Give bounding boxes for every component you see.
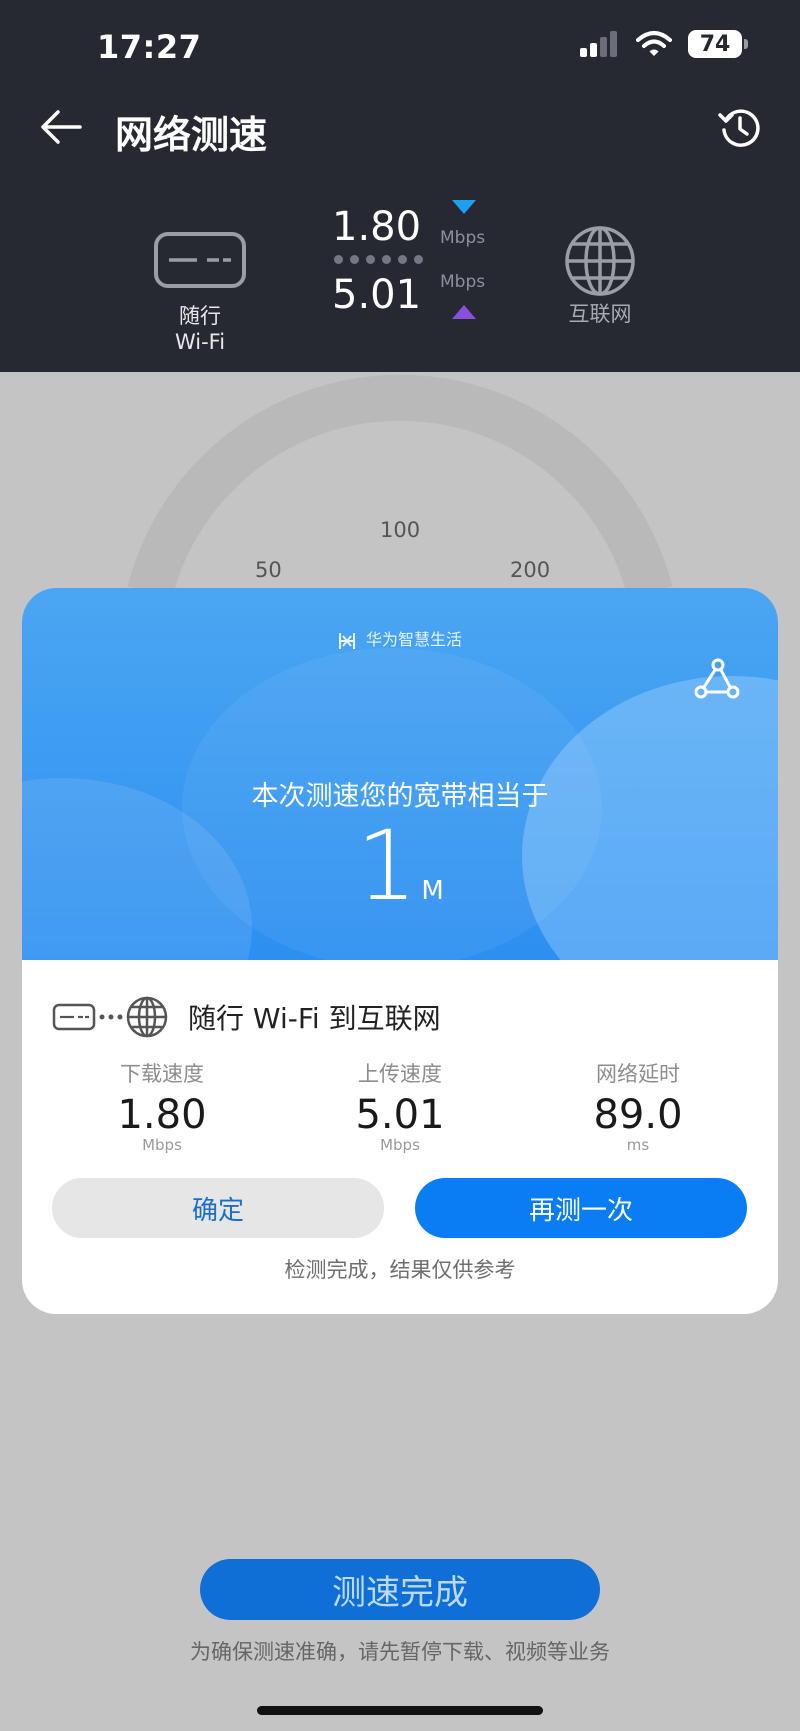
upload-unit: Mbps <box>440 272 486 292</box>
retest-button[interactable]: 再测一次 <box>415 1178 747 1238</box>
stat-unit: Mbps <box>380 1136 420 1154</box>
header: 17:27 74 网络测速 随行 Wi-Fi 1.80 5.01 Mbps Mb… <box>0 0 800 372</box>
router-icon <box>52 1003 96 1031</box>
stat-label: 上传速度 <box>358 1062 442 1086</box>
stat-value: 89.0 <box>593 1092 683 1138</box>
stat-unit: Mbps <box>142 1136 182 1154</box>
router-device: 随行 Wi-Fi <box>140 225 260 355</box>
stats-row: 下载速度 1.80 Mbps 上传速度 5.01 Mbps 网络延时 89.0 … <box>22 1058 778 1168</box>
live-upload-value: 5.01 <box>332 272 422 318</box>
page-title: 网络测速 <box>115 113 268 157</box>
live-speed: 1.80 5.01 Mbps Mbps <box>330 200 500 330</box>
internet-node: 互联网 <box>540 225 660 327</box>
globe-icon <box>126 996 168 1038</box>
gauge-tick-50: 50 <box>255 558 282 582</box>
router-label: 随行 <box>179 304 221 328</box>
battery-level: 74 <box>699 31 731 57</box>
connection-dots-icon <box>99 1014 123 1020</box>
history-icon[interactable] <box>716 104 764 152</box>
stat-label: 下载速度 <box>120 1062 204 1086</box>
stat-unit: ms <box>626 1136 650 1154</box>
home-indicator[interactable] <box>257 1706 543 1715</box>
internet-label: 互联网 <box>568 302 632 326</box>
router-label-sub: Wi-Fi <box>174 330 226 354</box>
smart-life-logo-icon <box>338 632 355 649</box>
progress-dots <box>334 255 423 264</box>
live-download-value: 1.80 <box>332 204 422 250</box>
brand-label: 华为智慧生活 <box>22 626 778 651</box>
status-time: 17:27 <box>97 28 202 66</box>
latency-stat: 网络延时 89.0 ms <box>528 1058 748 1154</box>
globe-icon <box>565 226 635 296</box>
completion-note: 检测完成，结果仅供参考 <box>284 1258 516 1282</box>
speed-test-complete-button[interactable]: 测速完成 <box>200 1559 600 1620</box>
stat-label: 网络延时 <box>596 1062 680 1086</box>
equivalent-unit: M <box>421 876 444 906</box>
gauge-tick-200: 200 <box>510 558 551 582</box>
router-icon <box>154 232 246 288</box>
equivalent-text: 本次测速您的宽带相当于 <box>251 781 549 812</box>
battery-icon: 74 <box>688 30 748 58</box>
route-row: 随行 Wi-Fi 到互联网 <box>52 996 441 1038</box>
result-banner: 华为智慧生活 本次测速您的宽带相当于 1M <box>22 588 778 960</box>
download-arrow-icon <box>452 200 476 214</box>
download-unit: Mbps <box>440 228 486 248</box>
upload-arrow-icon <box>452 305 476 319</box>
download-stat: 下载速度 1.80 Mbps <box>52 1058 272 1154</box>
bottom-note: 为确保测速准确，请先暂停下载、视频等业务 <box>190 1640 610 1664</box>
stat-value: 1.80 <box>117 1092 207 1138</box>
gauge-tick-100: 100 <box>380 518 421 542</box>
brand-text: 华为智慧生活 <box>365 630 462 649</box>
stat-value: 5.01 <box>355 1092 445 1138</box>
back-arrow-icon[interactable] <box>38 104 84 150</box>
upload-stat: 上传速度 5.01 Mbps <box>290 1058 510 1154</box>
share-icon[interactable] <box>694 658 740 700</box>
confirm-button[interactable]: 确定 <box>52 1178 384 1238</box>
result-card: 华为智慧生活 本次测速您的宽带相当于 1M 随行 Wi-Fi 到互联网 下载速度… <box>22 588 778 1314</box>
wifi-icon <box>636 31 672 56</box>
cellular-signal-icon <box>580 31 617 57</box>
status-icons: 74 <box>580 30 748 58</box>
equivalent-number: 1 <box>356 810 418 922</box>
route-text: 随行 Wi-Fi 到互联网 <box>188 1002 441 1035</box>
equivalent-value: 1M <box>22 810 778 922</box>
